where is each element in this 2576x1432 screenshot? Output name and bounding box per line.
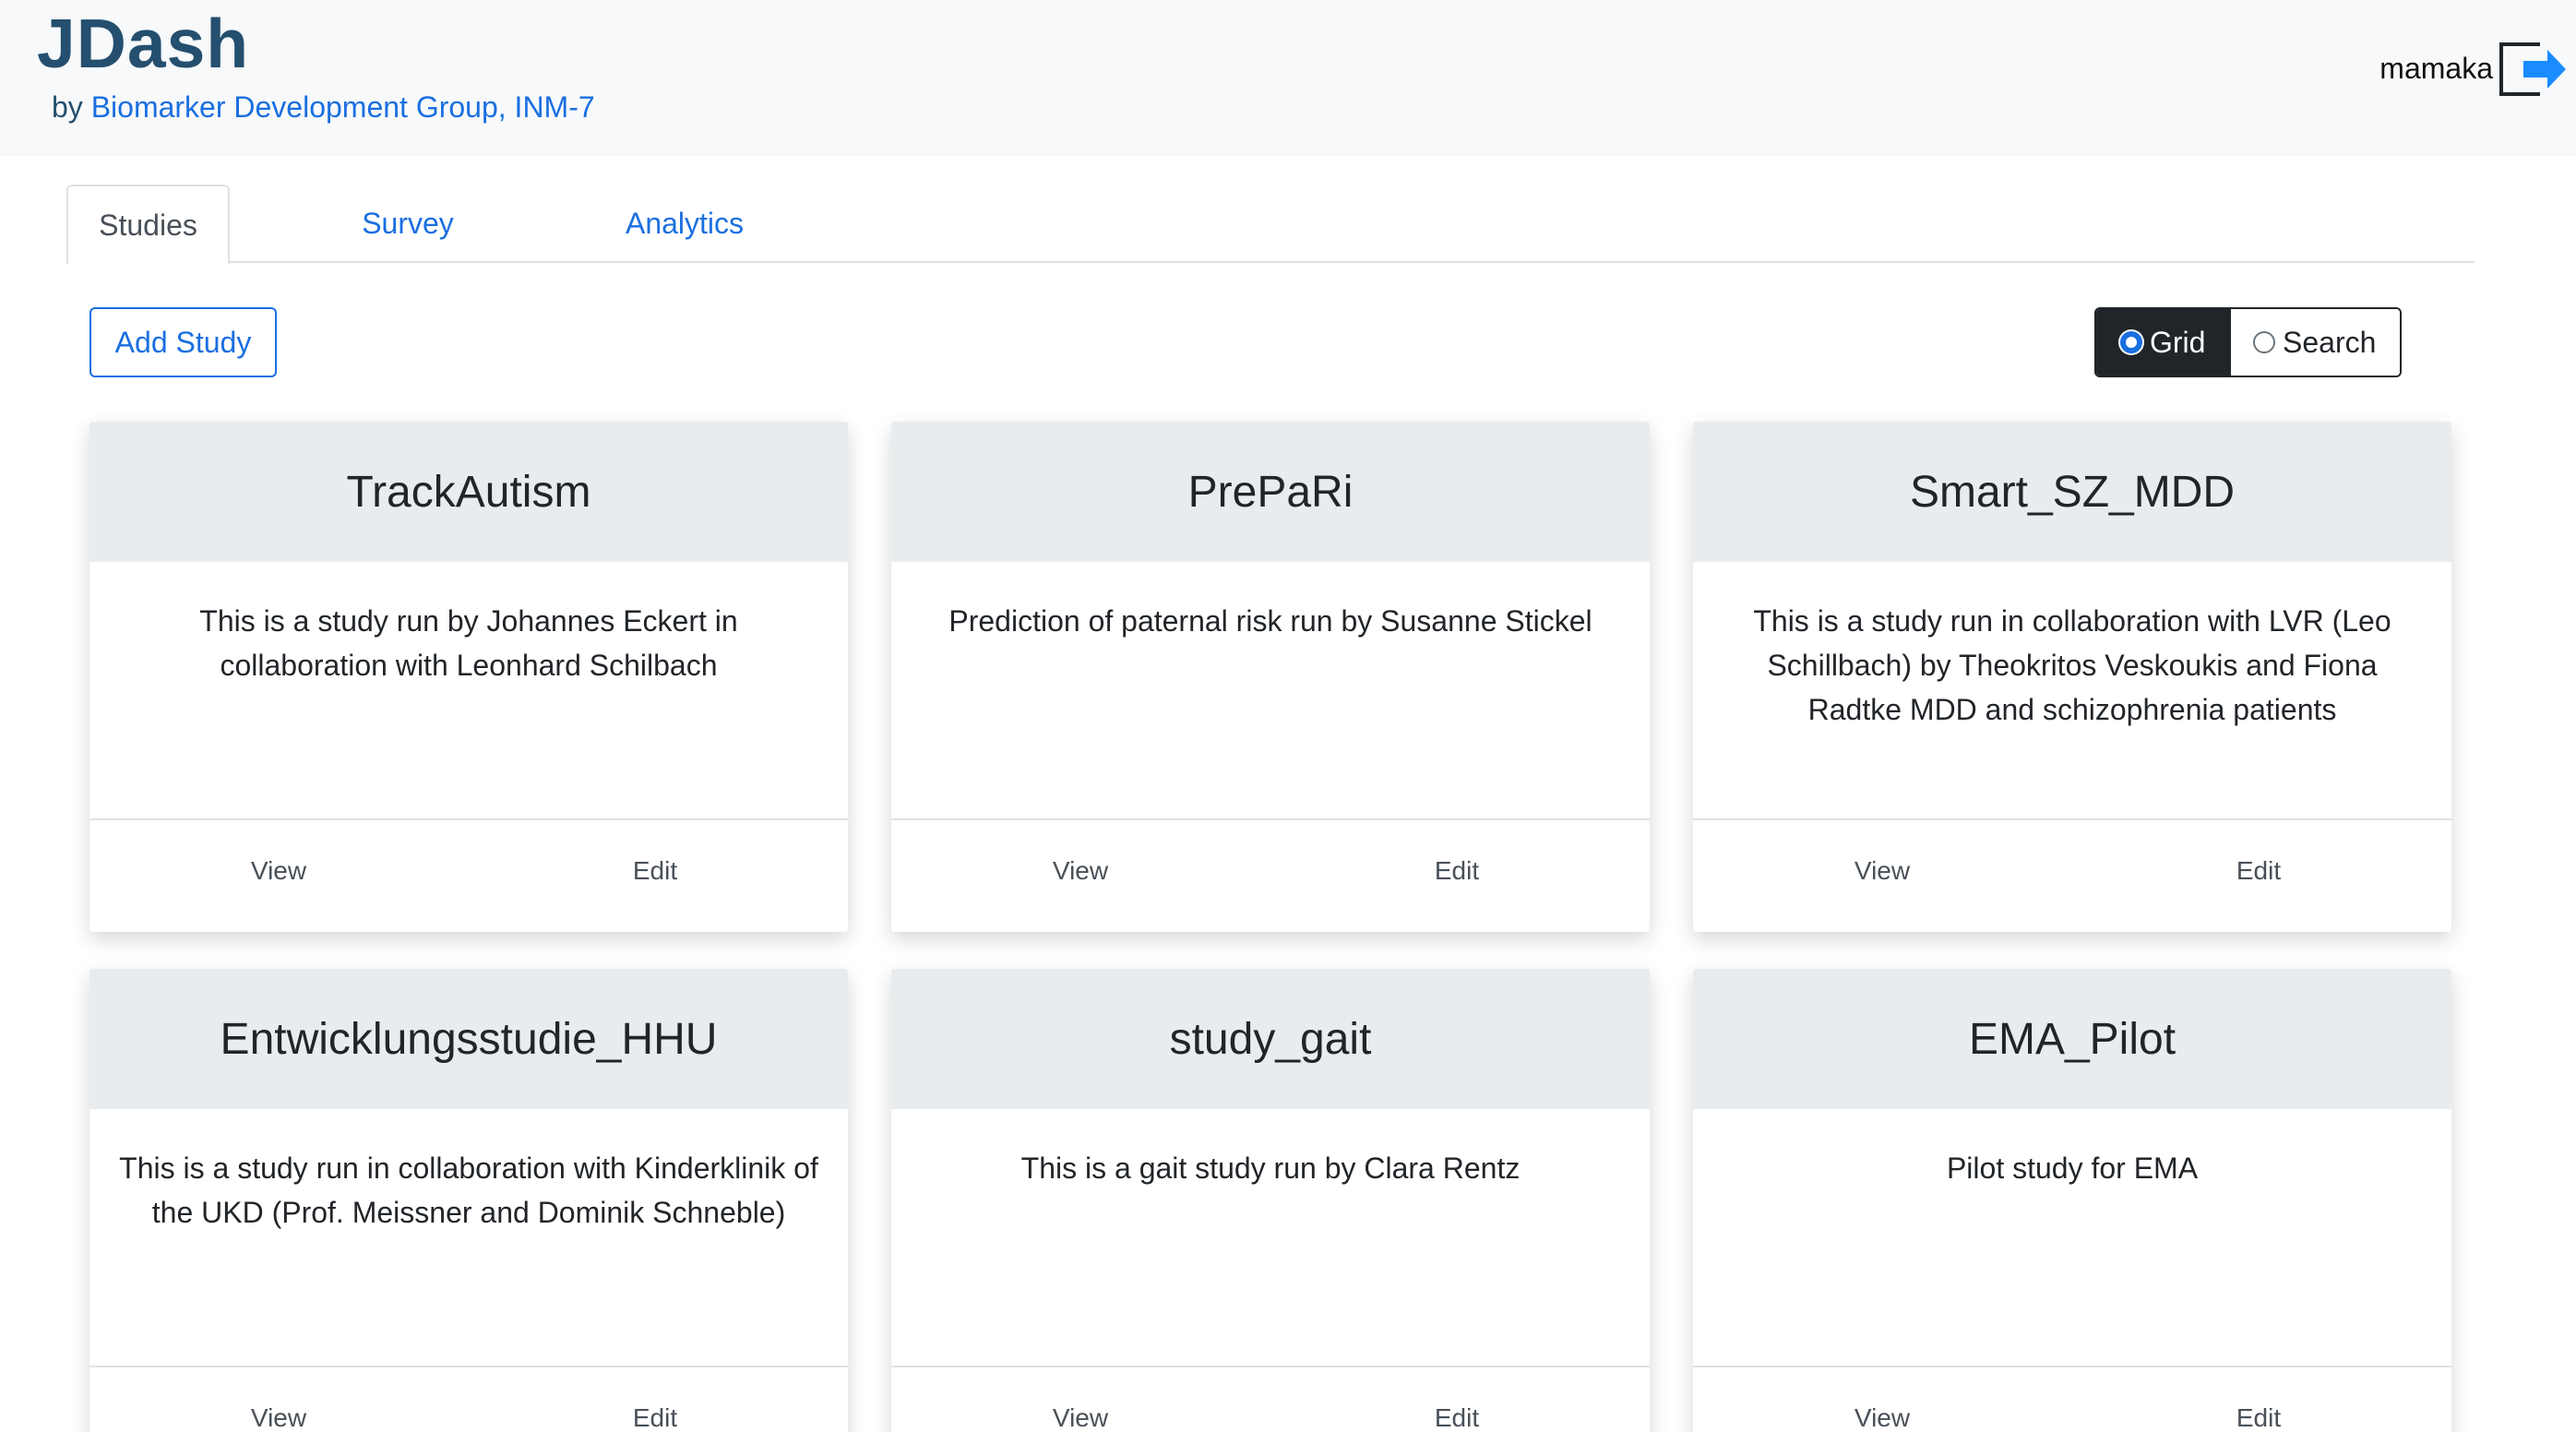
card-actions: View Edit [1693, 1367, 2451, 1432]
study-card: study_gait This is a gait study run by C… [891, 969, 1650, 1432]
app-byline: by Biomarker Development Group, INM-7 [52, 90, 595, 125]
study-description: This is a study run by Johannes Eckert i… [89, 562, 848, 820]
tab-analytics[interactable]: Analytics [597, 185, 772, 263]
grid-radio-icon[interactable] [2120, 331, 2142, 353]
search-label: Search [2283, 325, 2377, 359]
study-card: PrePaRi Prediction of paternal risk run … [891, 422, 1650, 932]
tab-survey[interactable]: Survey [334, 185, 482, 263]
app-header: JDash by Biomarker Development Group, IN… [0, 0, 2576, 156]
card-actions: View Edit [891, 1367, 1650, 1432]
study-card: TrackAutism This is a study run by Johan… [89, 422, 848, 932]
view-study-button[interactable]: View [223, 820, 334, 922]
group-link[interactable]: Biomarker Development Group, INM-7 [91, 90, 595, 124]
tab-studies[interactable]: Studies [66, 185, 230, 265]
edit-study-button[interactable]: Edit [600, 820, 710, 922]
study-title: TrackAutism [89, 422, 848, 562]
study-description: This is a gait study run by Clara Rentz [891, 1109, 1650, 1367]
search-radio-icon[interactable] [2253, 331, 2275, 353]
grid-view-option[interactable]: Grid [2096, 309, 2231, 376]
add-study-button[interactable]: Add Study [89, 307, 277, 377]
view-study-button[interactable]: View [1827, 820, 1938, 922]
view-study-button[interactable]: View [1025, 1367, 1136, 1432]
study-description: This is a study run in collaboration wit… [1693, 562, 2451, 820]
view-study-button[interactable]: View [223, 1367, 334, 1432]
edit-study-button[interactable]: Edit [600, 1367, 710, 1432]
study-card: Smart_SZ_MDD This is a study run in coll… [1693, 422, 2451, 932]
card-actions: View Edit [891, 820, 1650, 932]
study-description: This is a study run in collaboration wit… [89, 1109, 848, 1367]
card-actions: View Edit [89, 1367, 848, 1432]
study-title: PrePaRi [891, 422, 1650, 562]
app-title: JDash [37, 5, 250, 82]
study-card: Entwicklungsstudie_HHU This is a study r… [89, 969, 848, 1432]
view-mode-toggle: Grid Search [2094, 307, 2402, 377]
logout-arrow-icon[interactable] [2496, 39, 2566, 100]
card-actions: View Edit [89, 820, 848, 932]
edit-study-button[interactable]: Edit [1401, 820, 1512, 922]
edit-study-button[interactable]: Edit [2203, 820, 2314, 922]
study-title: study_gait [891, 969, 1650, 1109]
main-tabs: Studies Survey Analytics [66, 185, 2475, 265]
study-title: EMA_Pilot [1693, 969, 2451, 1109]
study-card: EMA_Pilot Pilot study for EMA View Edit [1693, 969, 2451, 1432]
edit-study-button[interactable]: Edit [2203, 1367, 2314, 1432]
study-title: Smart_SZ_MDD [1693, 422, 2451, 562]
study-description: Prediction of paternal risk run by Susan… [891, 562, 1650, 820]
byline-prefix: by [52, 90, 83, 124]
view-study-button[interactable]: View [1025, 820, 1136, 922]
edit-study-button[interactable]: Edit [1401, 1367, 1512, 1432]
study-description: Pilot study for EMA [1693, 1109, 2451, 1367]
view-study-button[interactable]: View [1827, 1367, 1938, 1432]
study-title: Entwicklungsstudie_HHU [89, 969, 848, 1109]
grid-label: Grid [2150, 325, 2206, 359]
search-view-option[interactable]: Search [2231, 309, 2400, 376]
username-label: mamaka [2379, 52, 2493, 85]
card-actions: View Edit [1693, 820, 2451, 932]
